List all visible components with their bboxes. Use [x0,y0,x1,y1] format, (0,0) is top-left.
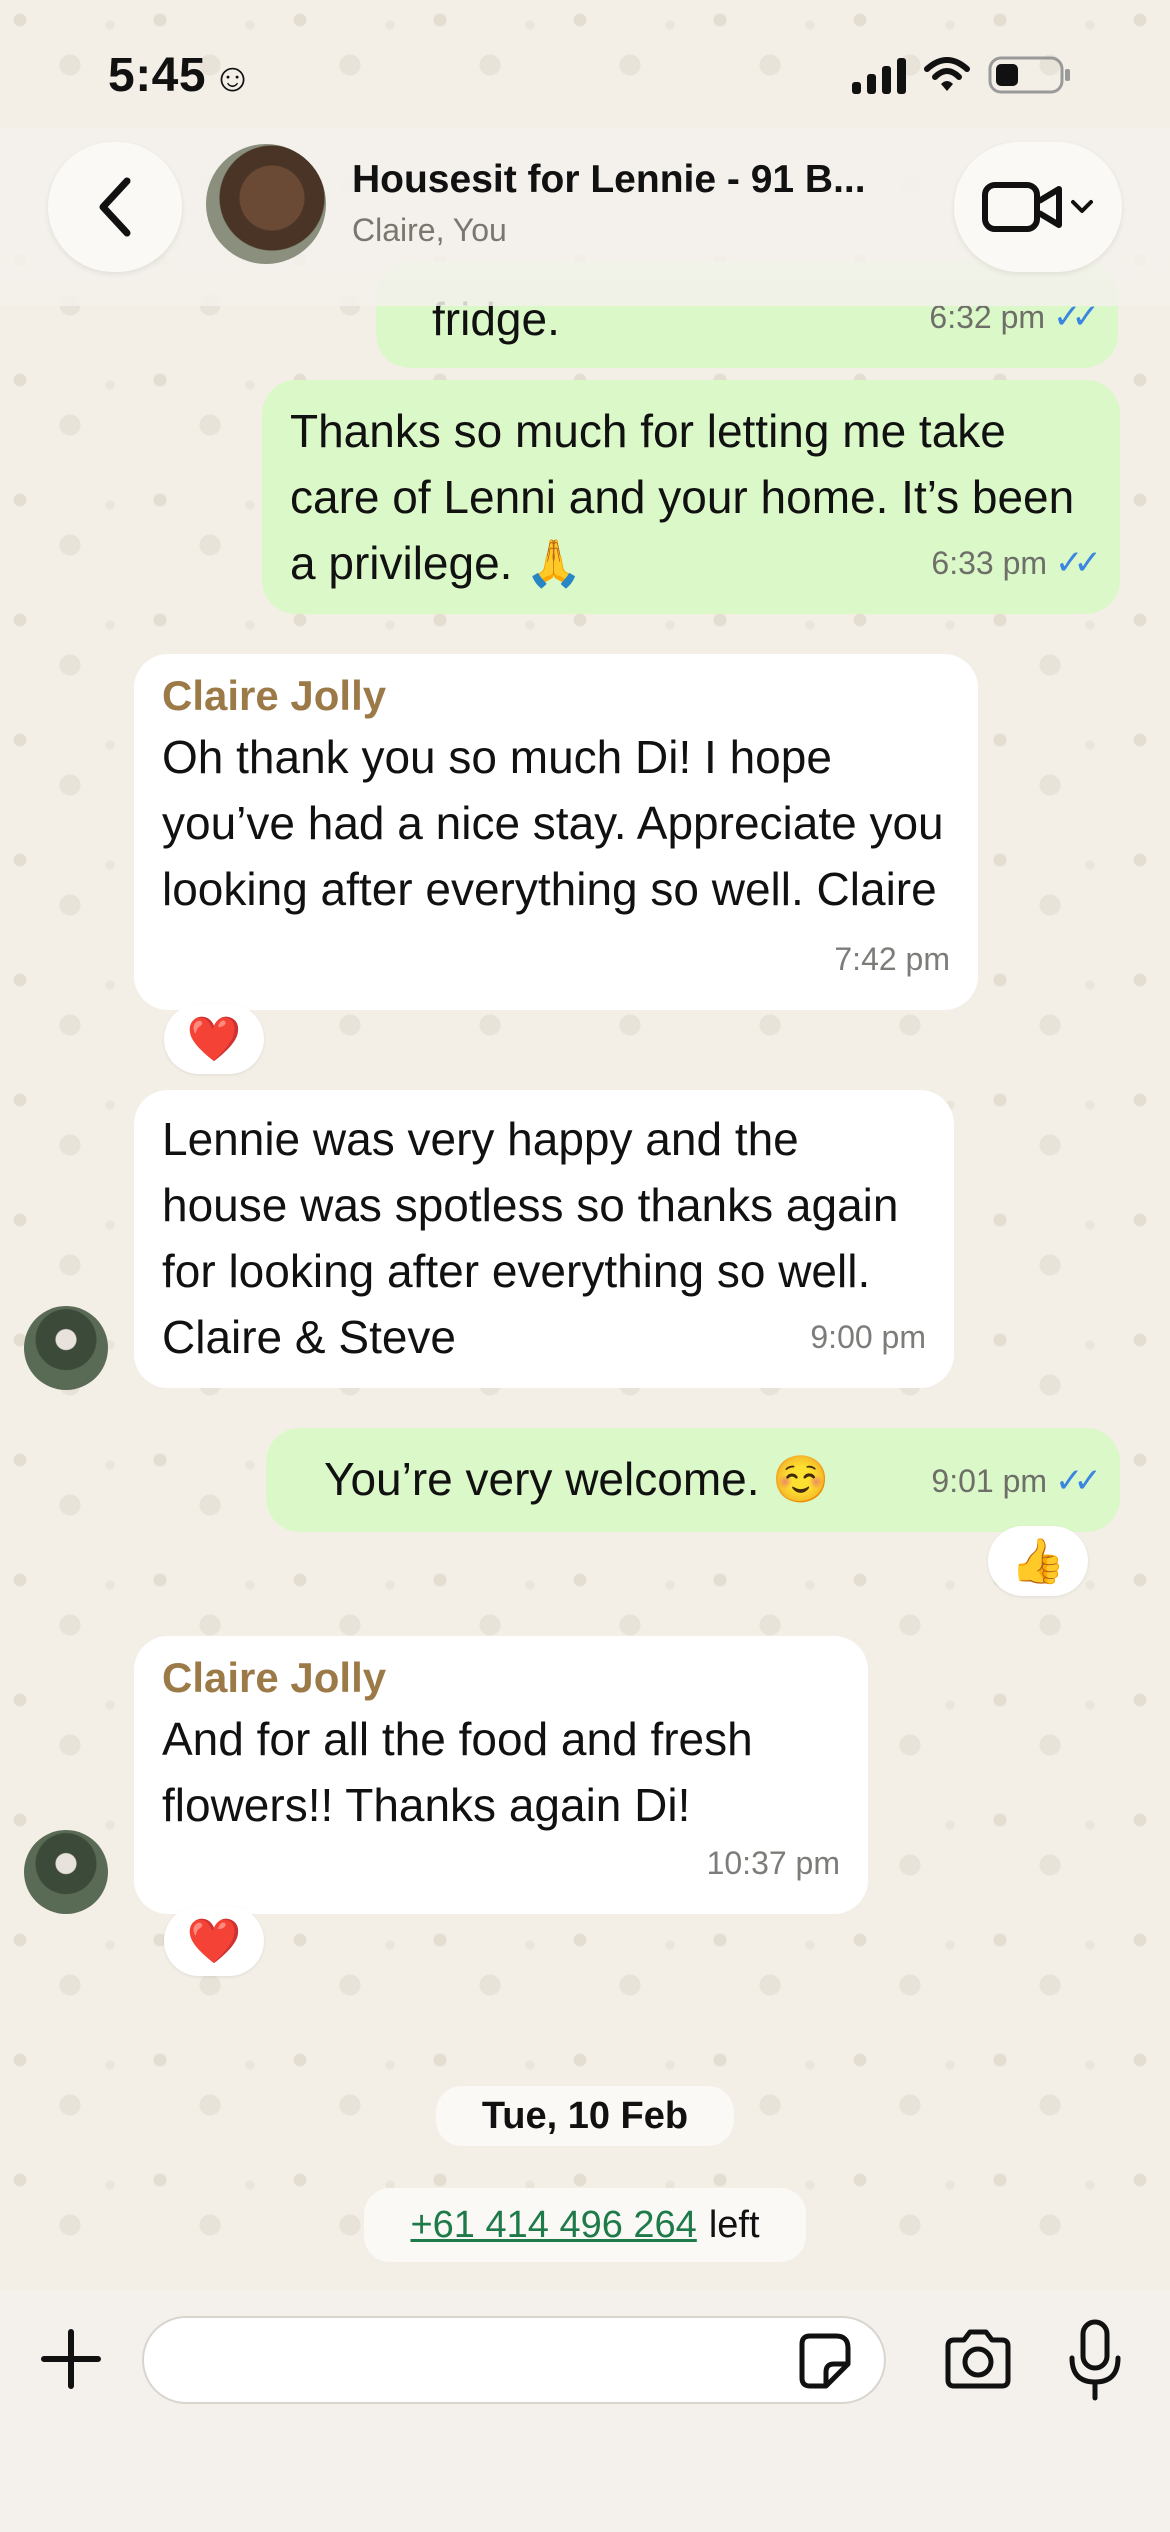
chat-title[interactable]: Housesit for Lennie - 91 B... [352,158,866,202]
microphone-button[interactable] [1064,2318,1126,2404]
group-avatar[interactable] [206,144,326,264]
message-meta: 7:42 pm [834,926,950,992]
wifi-icon [924,57,970,91]
status-icons [852,54,1072,96]
message-text: And for all the food and fresh flowers!!… [162,1713,753,1831]
date-divider: Tue, 10 Feb [436,2086,734,2146]
message-bubble-incoming[interactable]: Lennie was very happy and the house was … [134,1090,954,1388]
message-bubble-incoming[interactable]: Claire Jolly And for all the food and fr… [134,1636,868,1914]
phone-link[interactable]: +61 414 496 264 [410,2204,696,2247]
sticker-button[interactable] [792,2330,854,2392]
read-ticks-icon: ✓✓ [1055,1462,1102,1500]
message-meta: 6:33 pm ✓✓ [931,530,1102,596]
message-text: You’re very welcome. ☺️ [324,1453,830,1505]
plus-icon [41,2329,101,2389]
attach-button[interactable] [36,2324,106,2394]
battery-icon [988,56,1070,94]
message-time: 7:42 pm [834,941,950,977]
message-text: Oh thank you so much Di! I hope you’ve h… [162,731,944,915]
back-button[interactable] [48,142,182,272]
sticker-icon [799,2333,851,2389]
message-meta: 10:37 pm [707,1830,840,1896]
message-time: 10:37 pm [706,1845,840,1881]
video-call-button[interactable] [954,142,1122,272]
system-event: +61 414 496 264 left [364,2188,806,2262]
message-meta: 9:00 pm [810,1304,926,1370]
signal-icon [852,56,906,94]
system-event-action: left [708,2203,760,2246]
reaction-badge[interactable]: ❤️ [164,1906,264,1976]
date-divider-text: Tue, 10 Feb [481,2094,689,2137]
status-time-text: 5:45 [108,49,207,102]
read-ticks-icon: ✓✓ [1055,544,1102,582]
message-bubble-outgoing[interactable]: You’re very welcome. ☺️ 9:01 pm ✓✓ [266,1428,1120,1532]
message-bubble-outgoing[interactable]: Thanks so much for letting me take care … [262,380,1120,614]
status-emoji: ☺ [212,56,254,100]
message-time: 9:00 pm [810,1319,926,1355]
message-meta: 9:01 pm ✓✓ [931,1448,1102,1514]
back-chevron-icon [99,177,131,237]
message-bubble-incoming[interactable]: Claire Jolly Oh thank you so much Di! I … [134,654,978,1010]
camera-button[interactable] [940,2322,1016,2398]
sender-avatar[interactable] [24,1306,108,1390]
message-input[interactable] [142,2316,886,2404]
sender-name[interactable]: Claire Jolly [162,668,950,724]
chevron-down-icon [1071,200,1093,213]
chat-participants[interactable]: Claire, You [352,212,507,249]
status-time: 5:45 ☺ [108,48,253,103]
video-call-icon [982,182,1062,232]
camera-icon [945,2329,1011,2389]
reaction-badge[interactable]: 👍 [988,1526,1088,1596]
message-time: 9:01 pm [931,1463,1048,1499]
sender-name[interactable]: Claire Jolly [162,1650,840,1706]
microphone-icon [1069,2319,1121,2401]
reaction-badge[interactable]: ❤️ [164,1004,264,1074]
sender-avatar[interactable] [24,1830,108,1914]
message-time: 6:33 pm [931,545,1048,581]
